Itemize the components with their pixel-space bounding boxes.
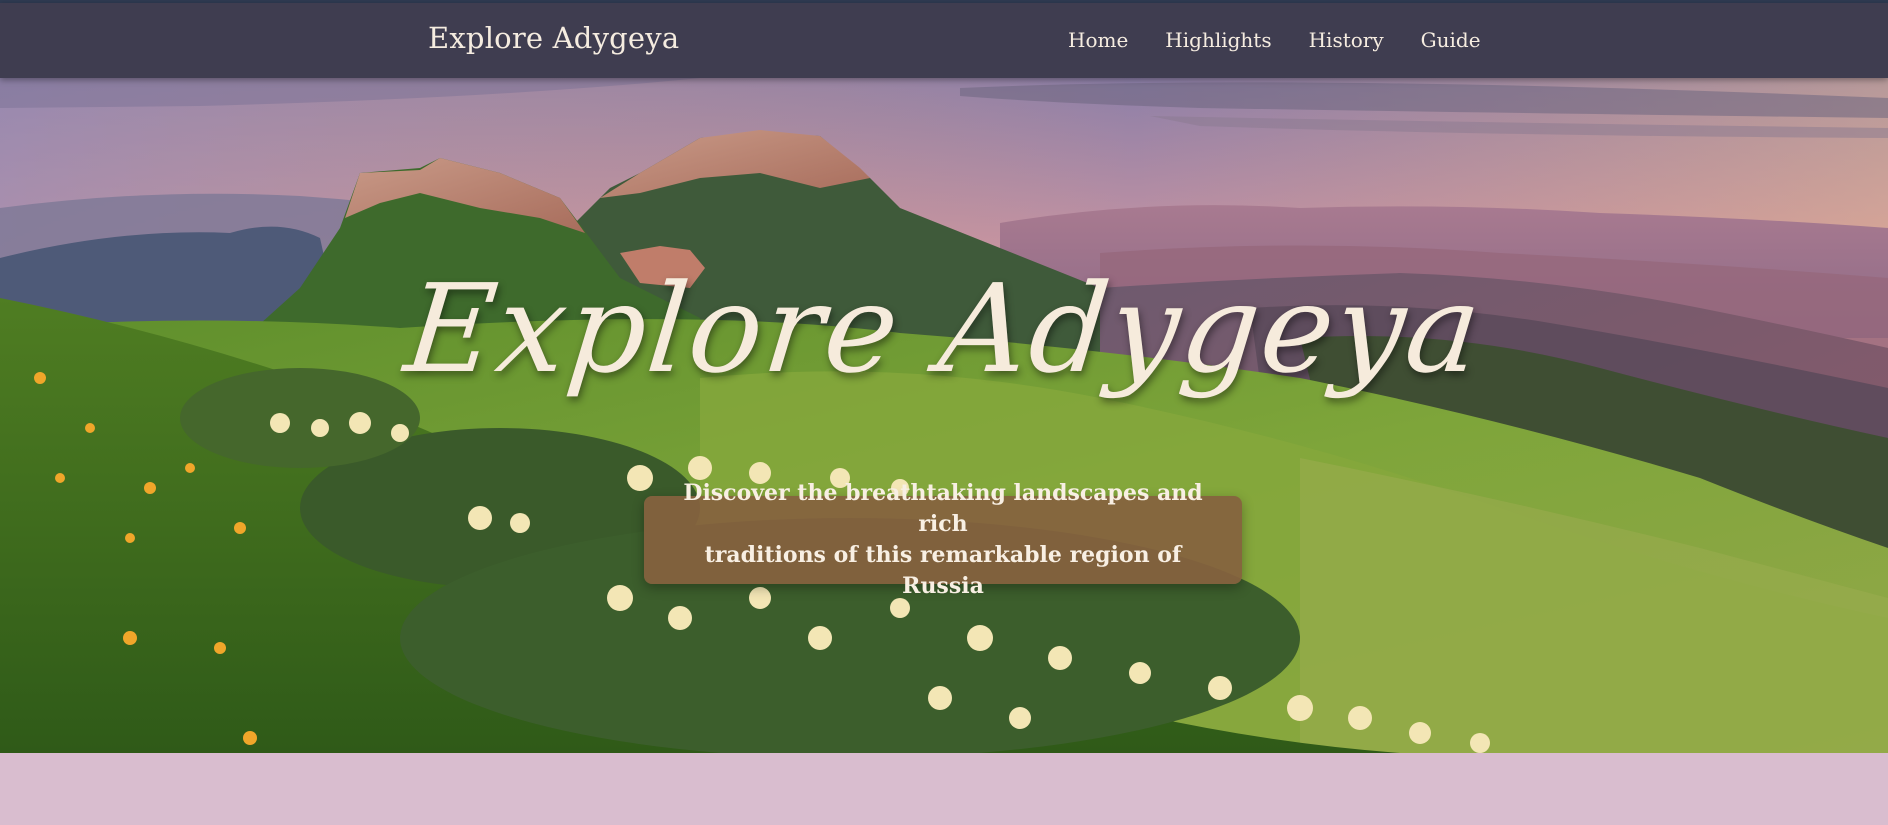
hero-subtitle-line2: traditions of this remarkable region of … [704, 542, 1182, 599]
nav-link-guide[interactable]: Guide [1421, 28, 1481, 52]
hero-section: Explore Adygeya Discover the breathtakin… [0, 78, 1888, 753]
nav-links: Home Highlights History Guide [1068, 28, 1518, 52]
navbar: Explore Adygeya Home Highlights History … [0, 3, 1888, 78]
hero-subtitle-line1: Discover the breathtaking landscapes and… [683, 480, 1203, 537]
hero-subtitle: Discover the breathtaking landscapes and… [644, 478, 1242, 602]
page-section-below [0, 753, 1888, 825]
nav-link-home[interactable]: Home [1068, 28, 1128, 52]
hero-subtitle-box: Discover the breathtaking landscapes and… [644, 480, 1242, 599]
nav-link-highlights[interactable]: Highlights [1165, 28, 1271, 52]
hero-title: Explore Adygeya [399, 258, 1489, 400]
hero-background-image [0, 78, 1888, 753]
nav-link-history[interactable]: History [1309, 28, 1384, 52]
brand-logo[interactable]: Explore Adygeya [428, 21, 679, 55]
